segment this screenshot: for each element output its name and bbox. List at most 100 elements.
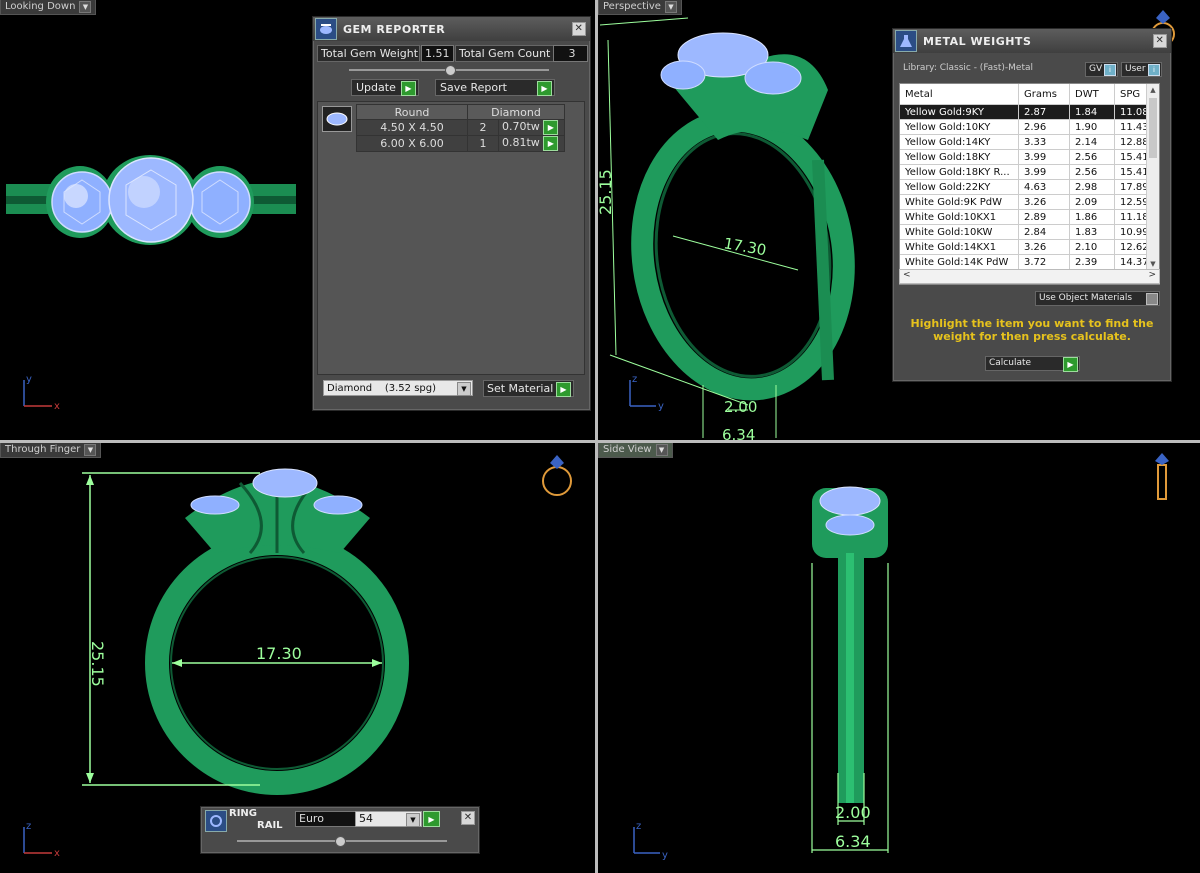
metal-cell-metal: Yellow Gold:22KY — [900, 179, 1019, 195]
ring-size-select[interactable]: 54 ▼ — [355, 811, 422, 827]
ring-rail-title: RING RAIL — [229, 808, 283, 832]
calculate-button-label: Calculate — [989, 358, 1032, 368]
table-row[interactable]: 4.50 X 4.50 2 0.70tw ▶ — [356, 119, 565, 136]
calculate-button[interactable]: Calculate ▶ — [985, 356, 1080, 372]
info-icon[interactable]: i — [1148, 64, 1160, 76]
table-row[interactable]: White Gold:9K PdW 3.26 2.09 12.59 — [900, 194, 1156, 210]
table-row[interactable]: White Gold:10KX1 2.89 1.86 11.18 — [900, 209, 1156, 225]
play-icon[interactable]: ▶ — [543, 136, 559, 151]
table-row[interactable]: Yellow Gold:9KY 2.87 1.84 11.08 — [900, 104, 1156, 120]
table-row[interactable]: White Gold:10KW 2.84 1.83 10.99 — [900, 224, 1156, 240]
chevron-up-icon[interactable]: ▲ — [1147, 84, 1159, 96]
axis-z-label: z — [636, 821, 641, 832]
column-header-shape: Round — [356, 104, 468, 120]
size-standard-field[interactable]: Euro — [295, 811, 356, 827]
viewport-label-through-finger[interactable]: Through Finger ▼ — [0, 443, 102, 458]
column-header-metal[interactable]: Metal — [900, 84, 1019, 105]
chevron-down-icon[interactable]: ▼ — [406, 813, 420, 827]
axis-z-label: z — [26, 821, 31, 832]
chevron-down-icon[interactable]: ▼ — [664, 1, 677, 13]
metal-table[interactable]: Metal Grams DWT SPG Yellow Gold:9KY 2.87 1… — [899, 83, 1160, 285]
gem-size: 4.50 X 4.50 — [356, 119, 468, 136]
viewport-label-perspective[interactable]: Perspective ▼ — [598, 0, 682, 15]
table-row[interactable]: Yellow Gold:22KY 4.63 2.98 17.89 — [900, 179, 1156, 195]
ring-rail-slider[interactable] — [237, 836, 447, 847]
total-gem-count-label: Total Gem Count — [455, 45, 554, 62]
slider-knob[interactable] — [335, 836, 346, 847]
column-header-grams[interactable]: Grams — [1018, 84, 1070, 105]
viewport-divider-horizontal[interactable] — [0, 440, 1200, 443]
dimension-shank: 6.34 — [722, 426, 755, 440]
gem-weight-value: 0.70tw — [502, 120, 540, 133]
viewport-label-looking-down[interactable]: Looking Down ▼ — [0, 0, 97, 15]
info-icon[interactable]: i — [1104, 64, 1116, 76]
ring-orientation-icon[interactable] — [538, 451, 576, 499]
chevron-down-icon[interactable]: ▼ — [84, 444, 97, 456]
dimension-band-width: 2.00 — [835, 803, 871, 822]
close-icon[interactable]: ✕ — [461, 811, 475, 825]
play-icon[interactable]: ▶ — [401, 81, 416, 96]
table-row[interactable]: Yellow Gold:18KY R... 3.99 2.56 15.41 — [900, 164, 1156, 180]
viewport-name: Side View — [603, 444, 652, 455]
gv-button[interactable]: GV i — [1085, 62, 1118, 77]
chevron-down-icon[interactable]: ▼ — [79, 1, 92, 13]
axis-z-label: z — [632, 374, 637, 385]
play-icon[interactable]: ▶ — [556, 382, 571, 397]
set-material-button[interactable]: Set Material ▶ — [483, 380, 574, 397]
table-row[interactable]: White Gold:14KX1 3.26 2.10 12.62 — [900, 239, 1156, 255]
column-header-dwt[interactable]: DWT — [1069, 84, 1115, 105]
chevron-left-icon[interactable]: < — [903, 270, 911, 280]
chevron-down-icon[interactable]: ▼ — [655, 444, 668, 456]
metal-cell-metal: Yellow Gold:9KY — [900, 104, 1019, 120]
gem-count: 2 — [467, 119, 499, 136]
viewport-divider-vertical[interactable] — [595, 0, 598, 873]
table-row[interactable]: Yellow Gold:10KY 2.96 1.90 11.43 — [900, 119, 1156, 135]
ring-orientation-icon[interactable] — [1150, 451, 1174, 503]
table-row[interactable]: White Gold:14K PdW 3.72 2.39 14.37 — [900, 254, 1156, 270]
viewport-label-side-view[interactable]: Side View ▼ — [598, 443, 673, 458]
metal-table-vertical-scrollbar[interactable]: ▲ ▼ — [1146, 84, 1159, 284]
metal-table-horizontal-scrollbar[interactable]: < > — [899, 269, 1160, 284]
gem-reporter-titlebar[interactable]: GEM REPORTER ✕ — [313, 17, 590, 41]
close-icon[interactable]: ✕ — [1153, 34, 1167, 48]
save-report-button-label: Save Report — [440, 81, 507, 94]
play-icon[interactable]: ▶ — [423, 811, 440, 827]
chevron-down-icon[interactable]: ▼ — [457, 382, 471, 396]
gem-weight: 0.81tw ▶ — [498, 135, 565, 152]
table-row[interactable]: Yellow Gold:18KY 3.99 2.56 15.41 — [900, 149, 1156, 165]
gem-weight-value: 0.81tw — [502, 136, 540, 149]
scrollbar-thumb[interactable] — [1149, 98, 1157, 158]
ring-rail-title-line2: RAIL — [257, 820, 283, 831]
update-button[interactable]: Update ▶ — [351, 79, 419, 96]
metal-weights-title: METAL WEIGHTS — [923, 34, 1032, 48]
play-icon[interactable]: ▶ — [537, 81, 552, 96]
metal-cell-grams: 3.99 — [1018, 149, 1070, 165]
table-row[interactable]: Yellow Gold:14KY 3.33 2.14 12.88 — [900, 134, 1156, 150]
gem-table-area: Round Diamond 4.50 X 4.50 2 0.70tw ▶ 6.0… — [317, 101, 585, 375]
axis-x-label: x — [54, 848, 60, 859]
metal-weights-titlebar[interactable]: METAL WEIGHTS ✕ — [893, 29, 1171, 53]
metal-cell-metal: White Gold:14K PdW — [900, 254, 1019, 270]
user-button[interactable]: User i — [1121, 62, 1162, 77]
dimension-inner-diameter: 17.30 — [256, 644, 302, 663]
toggle-box[interactable] — [1146, 293, 1158, 305]
gem-reporter-slider[interactable] — [349, 65, 549, 76]
chevron-right-icon[interactable]: > — [1148, 270, 1156, 280]
save-report-button[interactable]: Save Report ▶ — [435, 79, 555, 96]
metal-cell-dwt: 2.14 — [1069, 134, 1115, 150]
use-object-materials-button[interactable]: Use Object Materials — [1035, 291, 1160, 306]
play-icon[interactable]: ▶ — [543, 120, 559, 135]
calculate-hint: Highlight the item you want to find the … — [910, 317, 1154, 343]
close-icon[interactable]: ✕ — [572, 22, 586, 36]
metal-cell-grams: 3.99 — [1018, 164, 1070, 180]
slider-knob[interactable] — [445, 65, 456, 76]
viewport-side-view[interactable]: 2.00 6.34 z y Side View ▼ — [598, 443, 1200, 873]
table-row[interactable]: 6.00 X 6.00 1 0.81tw ▶ — [356, 135, 565, 152]
metal-cell-grams: 3.26 — [1018, 194, 1070, 210]
gem-thumbnail[interactable] — [322, 106, 352, 132]
material-select[interactable]: Diamond (3.52 spg) ▼ — [323, 380, 473, 396]
gem-reporter-title: GEM REPORTER — [343, 22, 446, 36]
play-icon[interactable]: ▶ — [1063, 357, 1078, 372]
metal-cell-grams: 3.72 — [1018, 254, 1070, 270]
dimension-band-width: 2.00 — [724, 398, 757, 416]
